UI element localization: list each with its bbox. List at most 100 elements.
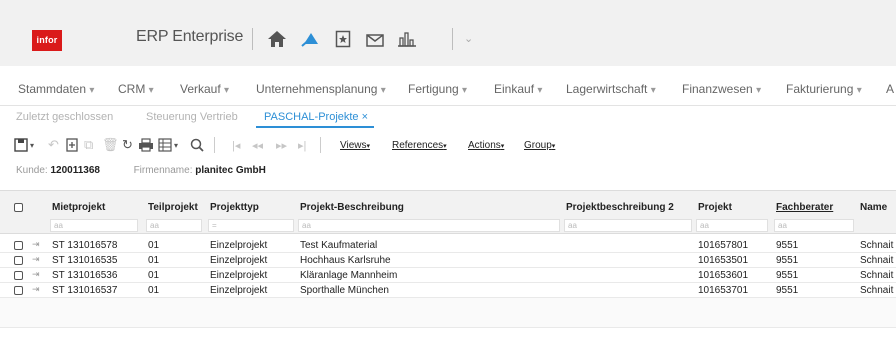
cell-mietprojekt: ST 131016537 — [52, 285, 118, 296]
column-header[interactable]: Name — [860, 202, 887, 213]
column-header[interactable]: Teilprojekt — [148, 202, 198, 213]
menu-item-einkauf[interactable]: Einkauf ▾ — [494, 82, 542, 96]
export-icon[interactable] — [158, 136, 172, 154]
column-header[interactable]: Projekt-Beschreibung — [300, 202, 404, 213]
row-checkbox[interactable] — [14, 241, 23, 250]
group-menu[interactable]: Group▾ — [524, 140, 555, 151]
menu-label: Finanzwesen — [682, 82, 753, 96]
row-link-icon[interactable]: ⇥ — [32, 284, 40, 295]
cell-beschreibung: Test Kaufmaterial — [300, 240, 378, 251]
print-icon[interactable] — [138, 136, 154, 154]
cell-fachberater: 9551 — [776, 240, 799, 251]
chevron-down-icon[interactable]: ⌄ — [464, 32, 473, 45]
column-header[interactable]: Mietprojekt — [52, 202, 105, 213]
table-row[interactable]: ⇥ ST 131016536 01 Einzelprojekt Kläranla… — [0, 268, 896, 283]
filter-beschreibung2[interactable]: aa — [564, 219, 692, 232]
actions-label: Actions — [468, 140, 501, 151]
cell-projekt: 101653501 — [698, 255, 749, 266]
header-divider — [452, 28, 453, 50]
table-row[interactable]: ⇥ ST 131016578 01 Einzelprojekt Test Kau… — [0, 238, 896, 253]
views-label: Views — [340, 140, 367, 151]
tab-zuletzt-geschlossen[interactable]: Zuletzt geschlossen — [16, 111, 113, 123]
filter-mietprojekt[interactable]: aa — [50, 219, 138, 232]
cell-beschreibung: Sporthalle München — [300, 285, 389, 296]
cell-teilprojekt: 01 — [148, 270, 160, 281]
header-divider — [252, 28, 253, 50]
views-menu[interactable]: Views▾ — [340, 140, 370, 151]
cell-projekttyp: Einzelprojekt — [210, 285, 268, 296]
cell-teilprojekt: 01 — [148, 240, 160, 251]
search-icon[interactable] — [190, 136, 204, 154]
mail-icon[interactable] — [364, 28, 386, 50]
toolbar: ▾ ↶ ⧉ 🗑 ↻ ▾ |◂ ◂◂ ▸▸ ▸| Views▾ Reference… — [0, 132, 896, 158]
first-record-icon[interactable]: |◂ — [232, 136, 240, 154]
menu-item-crm[interactable]: CRM ▾ — [118, 82, 154, 96]
actions-menu[interactable]: Actions▾ — [468, 140, 504, 151]
row-link-icon[interactable]: ⇥ — [32, 239, 40, 250]
column-header[interactable]: Fachberater — [776, 202, 833, 213]
row-checkbox[interactable] — [14, 271, 23, 280]
cell-beschreibung: Kläranlage Mannheim — [300, 270, 398, 281]
menu-item-fakturierung[interactable]: Fakturierung ▾ — [786, 82, 862, 96]
row-checkbox[interactable] — [14, 256, 23, 265]
favorites-icon[interactable] — [300, 28, 322, 50]
chevron-down-icon[interactable]: ▾ — [30, 136, 34, 154]
home-icon[interactable] — [266, 28, 288, 50]
table-row[interactable]: ⇥ ST 131016535 01 Einzelprojekt Hochhaus… — [0, 253, 896, 268]
row-checkbox[interactable] — [14, 286, 23, 295]
reports-icon[interactable] — [396, 28, 418, 50]
row-link-icon[interactable]: ⇥ — [32, 269, 40, 280]
menu-item-unternehmensplanung[interactable]: Unternehmensplanung ▾ — [256, 82, 386, 96]
caret-down-icon: ▾ — [224, 85, 230, 96]
save-icon[interactable] — [14, 136, 28, 154]
new-record-icon[interactable] — [66, 136, 78, 154]
last-record-icon[interactable]: ▸| — [298, 136, 306, 154]
filter-fachberater[interactable]: aa — [774, 219, 854, 232]
table-row-empty — [0, 298, 896, 328]
main-menu: Stammdaten ▾ CRM ▾ Verkauf ▾ Unternehmen… — [0, 66, 896, 106]
column-header[interactable]: Projektbeschreibung 2 — [566, 202, 674, 213]
menu-item-finanzwesen[interactable]: Finanzwesen ▾ — [682, 82, 761, 96]
filter-projekttyp[interactable]: = — [208, 219, 294, 232]
cell-teilprojekt: 01 — [148, 255, 160, 266]
references-label: References — [392, 140, 444, 151]
firmenname-value: planitec GmbH — [195, 165, 266, 176]
filter-projekt[interactable]: aa — [696, 219, 768, 232]
menu-item-verkauf[interactable]: Verkauf ▾ — [180, 82, 229, 96]
menu-item-stammdaten[interactable]: Stammdaten ▾ — [18, 82, 94, 96]
cell-fachberater: 9551 — [776, 285, 799, 296]
delete-icon[interactable]: 🗑 — [102, 136, 119, 154]
previous-record-icon[interactable]: ◂◂ — [252, 136, 263, 154]
undo-icon[interactable]: ↶ — [48, 136, 59, 154]
cell-teilprojekt: 01 — [148, 285, 160, 296]
menu-label: CRM — [118, 82, 146, 96]
cell-fachberater: 9551 — [776, 270, 799, 281]
next-record-icon[interactable]: ▸▸ — [276, 136, 287, 154]
select-all-checkbox[interactable] — [14, 203, 23, 212]
references-menu[interactable]: References▾ — [392, 140, 447, 151]
menu-item-fertigung[interactable]: Fertigung ▾ — [408, 82, 467, 96]
table-row[interactable]: ⇥ ST 131016537 01 Einzelprojekt Sporthal… — [0, 283, 896, 298]
chevron-down-icon[interactable]: ▾ — [174, 136, 178, 154]
tab-steuerung-vertrieb[interactable]: Steuerung Vertrieb — [146, 111, 238, 123]
menu-label: Stammdaten — [18, 82, 87, 96]
menu-item-lagerwirtschaft[interactable]: Lagerwirtschaft ▾ — [566, 82, 656, 96]
menu-item-overflow[interactable]: A — [886, 82, 894, 96]
column-header[interactable]: Projekt — [698, 202, 732, 213]
copy-icon[interactable]: ⧉ — [84, 136, 93, 154]
close-icon[interactable]: × — [362, 111, 368, 123]
bookmark-icon[interactable] — [332, 28, 354, 50]
refresh-icon[interactable]: ↻ — [122, 136, 133, 154]
cell-mietprojekt: ST 131016578 — [52, 240, 118, 251]
filter-beschreibung[interactable]: aa — [298, 219, 560, 232]
cell-projekttyp: Einzelprojekt — [210, 255, 268, 266]
caret-down-icon: ▾ — [148, 85, 154, 96]
caret-down-icon: ▾ — [380, 85, 386, 96]
menu-label: Fertigung — [408, 82, 459, 96]
filter-teilprojekt[interactable]: aa — [146, 219, 202, 232]
tab-paschal-projekte[interactable]: PASCHAL-Projekte × — [264, 111, 368, 123]
column-header[interactable]: Projekttyp — [210, 202, 259, 213]
row-link-icon[interactable]: ⇥ — [32, 254, 40, 265]
group-label: Group — [524, 140, 552, 151]
tab-label: PASCHAL-Projekte — [264, 111, 359, 123]
